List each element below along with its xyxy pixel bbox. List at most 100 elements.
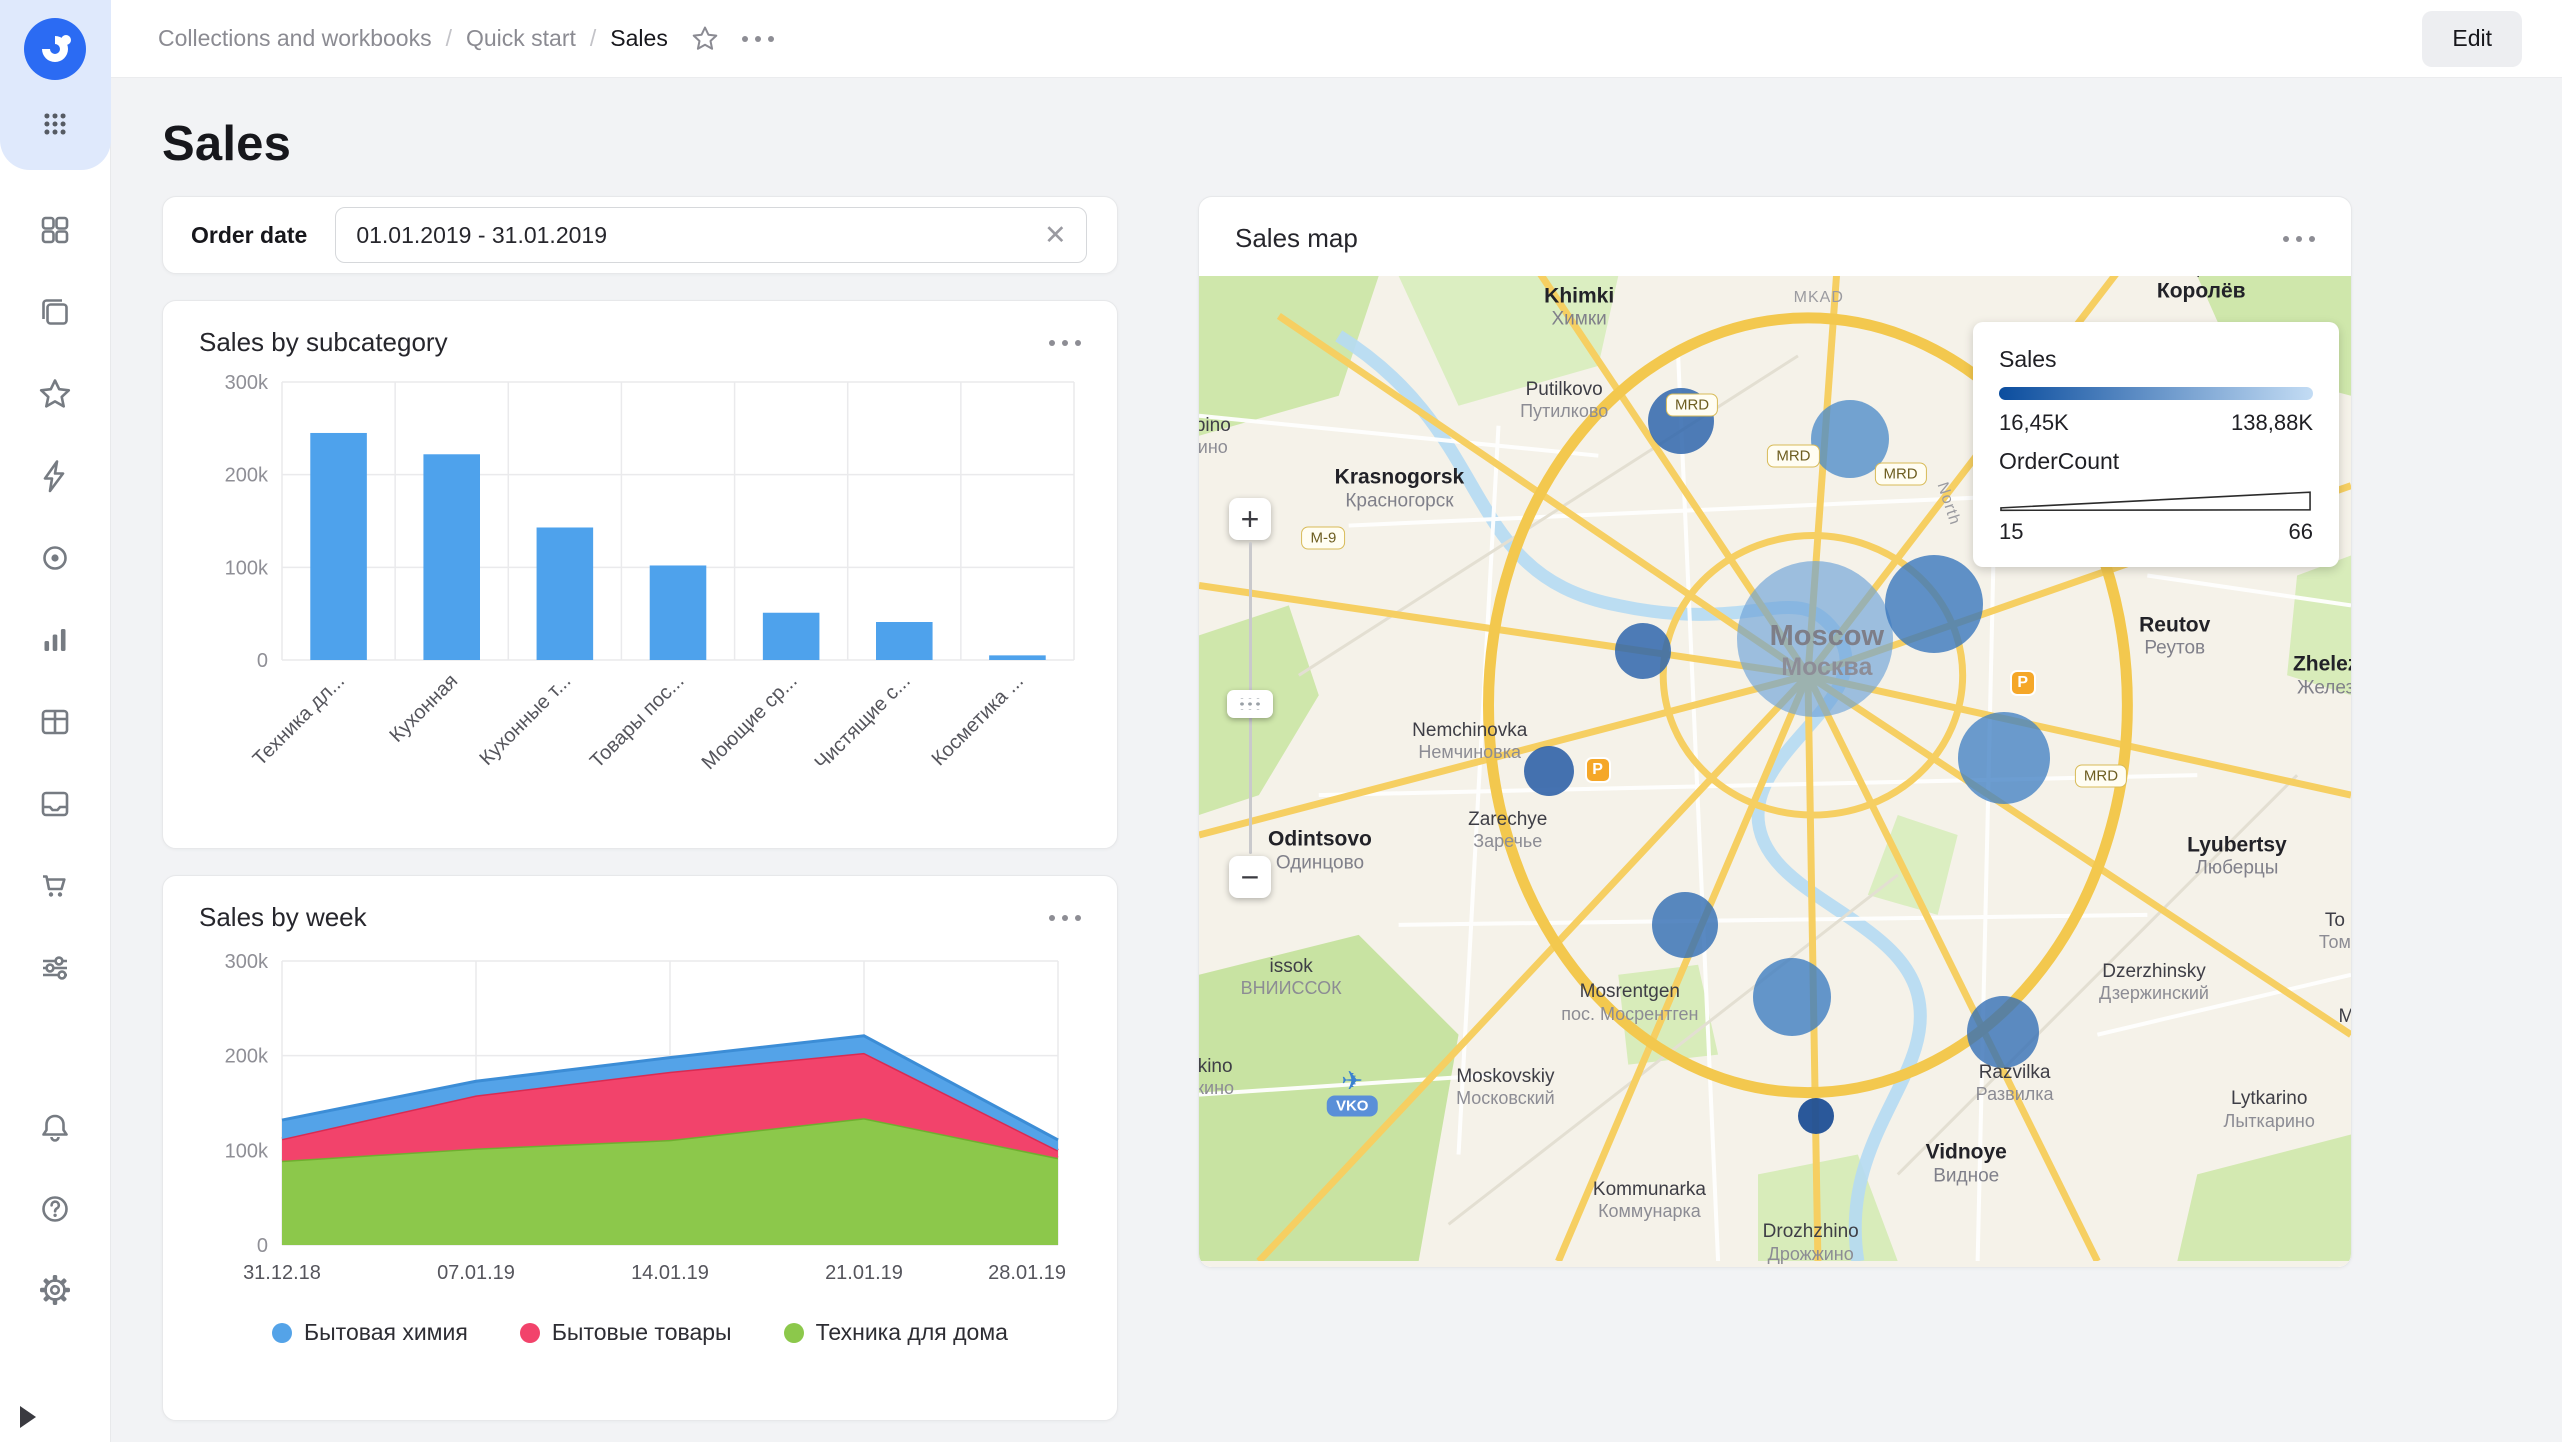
sales-max-value: 138,88K [2231, 410, 2313, 436]
sales-gradient-bar [1999, 387, 2313, 400]
bar-1[interactable] [423, 454, 480, 660]
top-header: Collections and workbooks / Quick start … [111, 0, 2562, 78]
dashboards-icon[interactable] [25, 206, 85, 254]
legend-dot [520, 1323, 540, 1343]
ordercount-max-value: 66 [2289, 519, 2313, 545]
breadcrumb-current: Sales [610, 25, 668, 52]
breadcrumb-quick-start[interactable]: Quick start [466, 25, 576, 52]
dashboard-content: Sales Order date ✕ Sales by subcategory [111, 78, 2562, 1442]
svg-text:Товары пос...: Товары пос... [586, 670, 689, 773]
svg-text:Косметика ...: Косметика ... [928, 670, 1028, 770]
logo-area [0, 0, 111, 170]
card-menu-icon[interactable] [1049, 915, 1081, 921]
right-column: Sales map [1198, 196, 2352, 1268]
map-bubble-3[interactable] [1811, 400, 1889, 478]
sidebar-nav [25, 206, 85, 992]
card-title: Sales by subcategory [199, 327, 448, 358]
svg-text:0: 0 [257, 1235, 268, 1257]
svg-text:Техника дл...: Техника дл... [249, 670, 349, 770]
bar-4[interactable] [763, 613, 820, 660]
main-area: Collections and workbooks / Quick start … [111, 0, 2562, 1442]
help-icon[interactable] [25, 1185, 85, 1233]
collections-icon[interactable] [25, 288, 85, 336]
legend-label: Техника для дома [816, 1319, 1008, 1346]
map-bubble-2[interactable] [1958, 712, 2050, 804]
svg-text:Чистящие с...: Чистящие с... [811, 670, 915, 774]
more-menu-icon[interactable] [742, 36, 774, 42]
zoom-in-button[interactable]: + [1229, 498, 1271, 540]
svg-text:Кухонные т...: Кухонные т... [475, 670, 575, 770]
map-bubble-8[interactable] [1615, 623, 1671, 679]
legend-dot [272, 1323, 292, 1343]
card-menu-icon[interactable] [1049, 340, 1081, 346]
service-settings-icon[interactable] [25, 944, 85, 992]
sidebar-bottom [25, 1104, 85, 1314]
tables-icon[interactable] [25, 698, 85, 746]
order-date-filter: Order date ✕ [162, 196, 1118, 274]
ordercount-wedge [1999, 489, 2313, 513]
order-date-input[interactable] [335, 207, 1087, 263]
legend-item[interactable]: Бытовые товары [520, 1319, 732, 1346]
charts-icon[interactable] [25, 616, 85, 664]
map-bubble-0[interactable] [1737, 561, 1893, 717]
favorites-icon[interactable] [25, 370, 85, 418]
map-canvas[interactable]: KhimkiХимкиМытищиКоролёвPutilkovoПутилко… [1199, 276, 2351, 1267]
ordercount-min-value: 15 [1999, 519, 2023, 545]
svg-text:Кухонная: Кухонная [385, 670, 462, 747]
marketplace-icon[interactable] [25, 862, 85, 910]
zoom-slider-thumb[interactable] [1227, 690, 1273, 718]
map-bubble-6[interactable] [1648, 388, 1714, 454]
sidebar-expand-button[interactable] [20, 1406, 36, 1428]
breadcrumb-collections[interactable]: Collections and workbooks [158, 25, 432, 52]
sales-min-value: 16,45K [1999, 410, 2069, 436]
zoom-out-button[interactable]: − [1229, 856, 1271, 898]
svg-text:200k: 200k [225, 465, 269, 487]
bar-0[interactable] [310, 433, 367, 660]
sales-by-week-card: Sales by week 0100k200k300k31.12.1807.01… [162, 875, 1118, 1421]
svg-text:31.12.18: 31.12.18 [243, 1262, 321, 1284]
sidebar [0, 0, 111, 1442]
breadcrumb-separator: / [590, 25, 596, 52]
app-root: Collections and workbooks / Quick start … [0, 0, 2562, 1442]
bar-2[interactable] [537, 527, 594, 660]
svg-text:0: 0 [257, 650, 268, 672]
map-bubble-7[interactable] [1652, 892, 1718, 958]
legend-item[interactable]: Бытовая химия [272, 1319, 468, 1346]
legend-label: Бытовая химия [304, 1319, 468, 1346]
bar-6[interactable] [989, 655, 1046, 660]
sales-map-card: Sales map [1198, 196, 2352, 1268]
svg-text:Моющие ср...: Моющие ср... [698, 670, 802, 774]
monitoring-icon[interactable] [25, 534, 85, 582]
map-legend-sales-label: Sales [1999, 346, 2313, 373]
breadcrumb-separator: / [446, 25, 452, 52]
apps-grid-icon[interactable] [25, 100, 85, 148]
map-legend-ordercount-label: OrderCount [1999, 448, 2313, 475]
notifications-icon[interactable] [25, 1104, 85, 1152]
map-bubble-1[interactable] [1885, 555, 1983, 653]
map-bubble-9[interactable] [1524, 746, 1574, 796]
svg-text:300k: 300k [225, 372, 269, 394]
datalens-logo[interactable] [22, 16, 88, 82]
card-title: Sales map [1235, 223, 1358, 254]
card-title: Sales by week [199, 902, 367, 933]
svg-text:14.01.19: 14.01.19 [631, 1262, 709, 1284]
svg-text:200k: 200k [225, 1046, 269, 1068]
quick-actions-icon[interactable] [25, 452, 85, 500]
favorite-star-icon[interactable] [690, 24, 720, 54]
edit-button[interactable]: Edit [2422, 11, 2522, 67]
sales-by-subcategory-card: Sales by subcategory 0100k200k300kТехник… [162, 300, 1118, 849]
legend-label: Бытовые товары [552, 1319, 732, 1346]
datasets-icon[interactable] [25, 780, 85, 828]
legend-item[interactable]: Техника для дома [784, 1319, 1008, 1346]
svg-text:100k: 100k [225, 1140, 269, 1162]
settings-icon[interactable] [25, 1266, 85, 1314]
legend-dot [784, 1323, 804, 1343]
bar-3[interactable] [650, 565, 707, 660]
left-column: Order date ✕ Sales by subcategory 0 100k 2… [162, 196, 1118, 1421]
card-menu-icon[interactable] [2283, 236, 2315, 242]
map-bubble-5[interactable] [1967, 996, 2039, 1068]
svg-text:07.01.19: 07.01.19 [437, 1262, 515, 1284]
bar-5[interactable] [876, 622, 933, 660]
svg-text:28.01.19: 28.01.19 [988, 1262, 1066, 1284]
clear-filter-icon[interactable]: ✕ [1041, 221, 1069, 249]
